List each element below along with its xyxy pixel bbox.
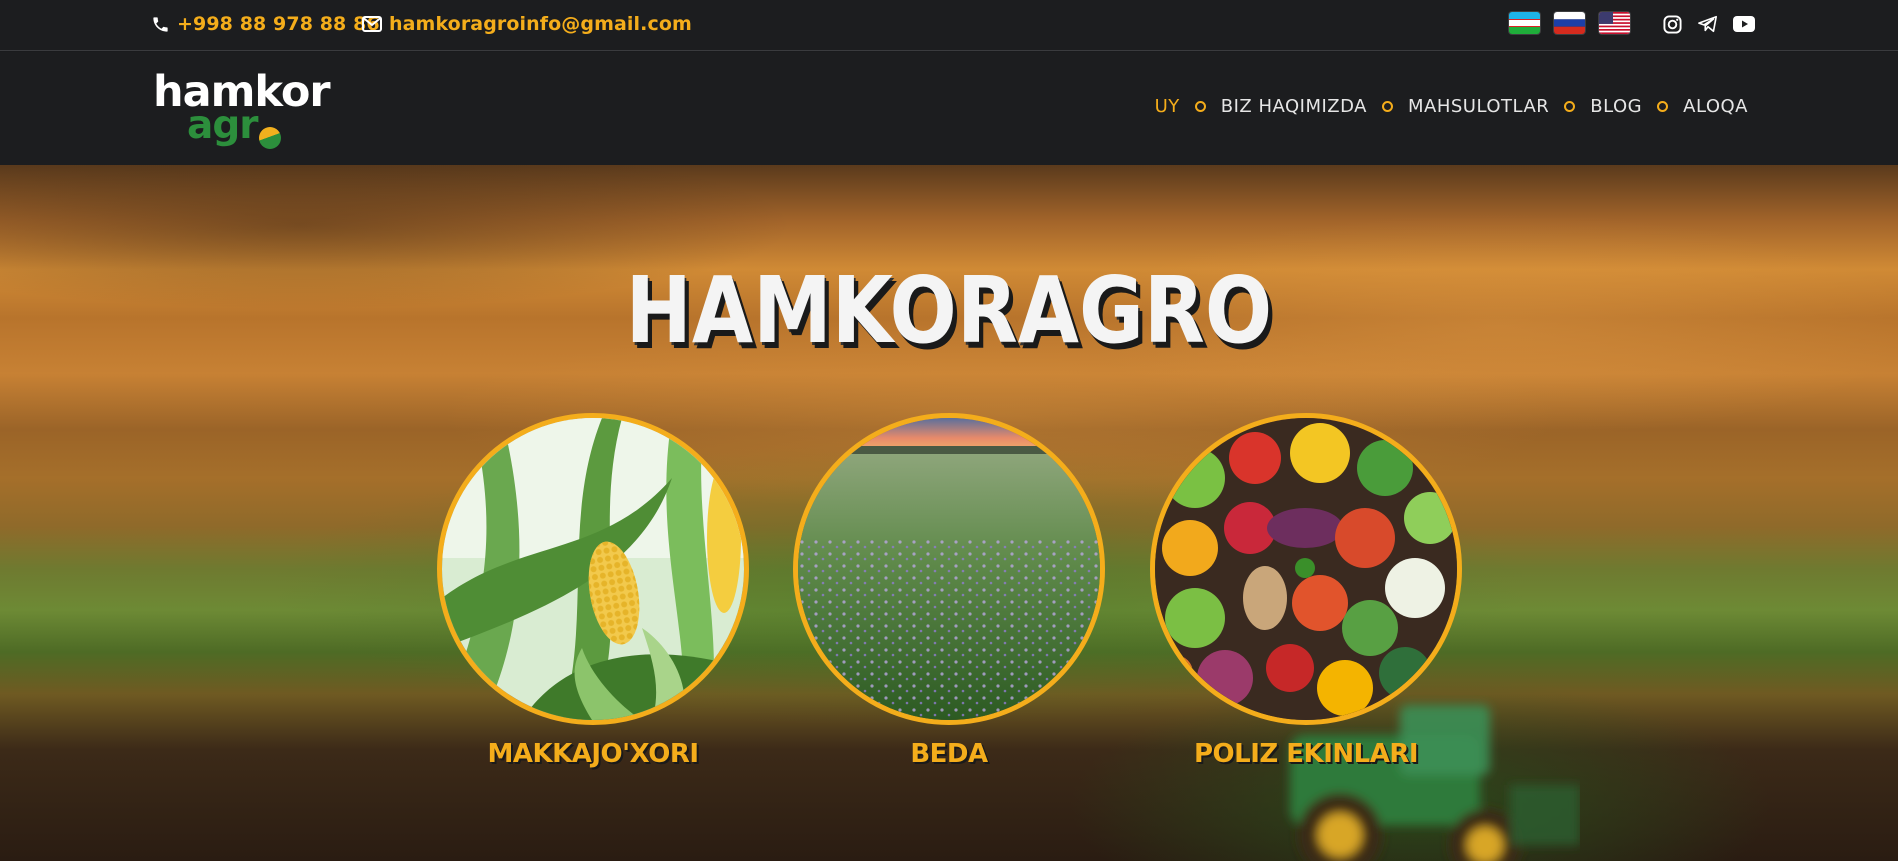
product-image-vegetables[interactable]	[1150, 413, 1462, 725]
product-label-alfalfa[interactable]: BEDA	[793, 739, 1105, 769]
email-contact[interactable]: hamkoragroinfo@gmail.com	[362, 13, 692, 35]
nav-products[interactable]: MAHSULOTLAR	[1408, 96, 1549, 117]
nav-separator-icon	[1657, 101, 1669, 112]
flag-uzbekistan-icon[interactable]	[1509, 12, 1540, 34]
hero-title-text: HAMKORAGRO	[625, 257, 1273, 364]
hero-title: HAMKORAGRO	[0, 257, 1898, 364]
instagram-icon[interactable]	[1660, 13, 1684, 35]
telegram-icon[interactable]	[1696, 13, 1720, 35]
hero-section: HAMKORAGRO MAKKAJO'XORI BEDA POLIZ EKINL…	[0, 165, 1898, 861]
product-image-corn[interactable]	[437, 413, 749, 725]
nav-separator-icon	[1194, 101, 1206, 112]
phone-icon	[150, 14, 170, 34]
nav-separator-icon	[1381, 101, 1393, 112]
phone-contact[interactable]: +998 88 978 88 86	[150, 13, 380, 35]
product-image-alfalfa[interactable]	[793, 413, 1105, 725]
product-label-vegetables[interactable]: POLIZ EKINLARI	[1150, 739, 1462, 769]
product-card-vegetables[interactable]: POLIZ EKINLARI	[1150, 413, 1462, 769]
nav-home[interactable]: UY	[1155, 96, 1180, 117]
logo-globe-icon	[259, 127, 281, 149]
language-switcher	[1509, 12, 1630, 34]
site-logo[interactable]: hamkor agr	[153, 70, 331, 150]
nav-blog[interactable]: BLOG	[1590, 96, 1642, 117]
phone-number[interactable]: +998 88 978 88 86	[177, 13, 380, 35]
logo-text-agro: agr	[187, 103, 258, 148]
product-label-corn[interactable]: MAKKAJO'XORI	[437, 739, 749, 769]
envelope-icon	[362, 14, 382, 34]
product-card-corn[interactable]: MAKKAJO'XORI	[437, 413, 749, 769]
flag-usa-icon[interactable]	[1599, 12, 1630, 34]
flag-russia-icon[interactable]	[1554, 12, 1585, 34]
product-card-alfalfa[interactable]: BEDA	[793, 413, 1105, 769]
email-address[interactable]: hamkoragroinfo@gmail.com	[389, 13, 692, 35]
nav-about[interactable]: BIZ HAQIMIZDA	[1221, 96, 1367, 117]
youtube-icon[interactable]	[1732, 13, 1756, 35]
top-bar: +998 88 978 88 86 hamkoragroinfo@gmail.c…	[0, 0, 1898, 51]
main-navigation: UY BIZ HAQIMIZDA MAHSULOTLAR BLOG ALOQA	[1155, 96, 1748, 117]
social-links	[1660, 13, 1756, 35]
nav-separator-icon	[1564, 101, 1576, 112]
nav-contact[interactable]: ALOQA	[1683, 96, 1748, 117]
main-header: hamkor agr UY BIZ HAQIMIZDA MAHSULOTLAR …	[0, 52, 1898, 165]
